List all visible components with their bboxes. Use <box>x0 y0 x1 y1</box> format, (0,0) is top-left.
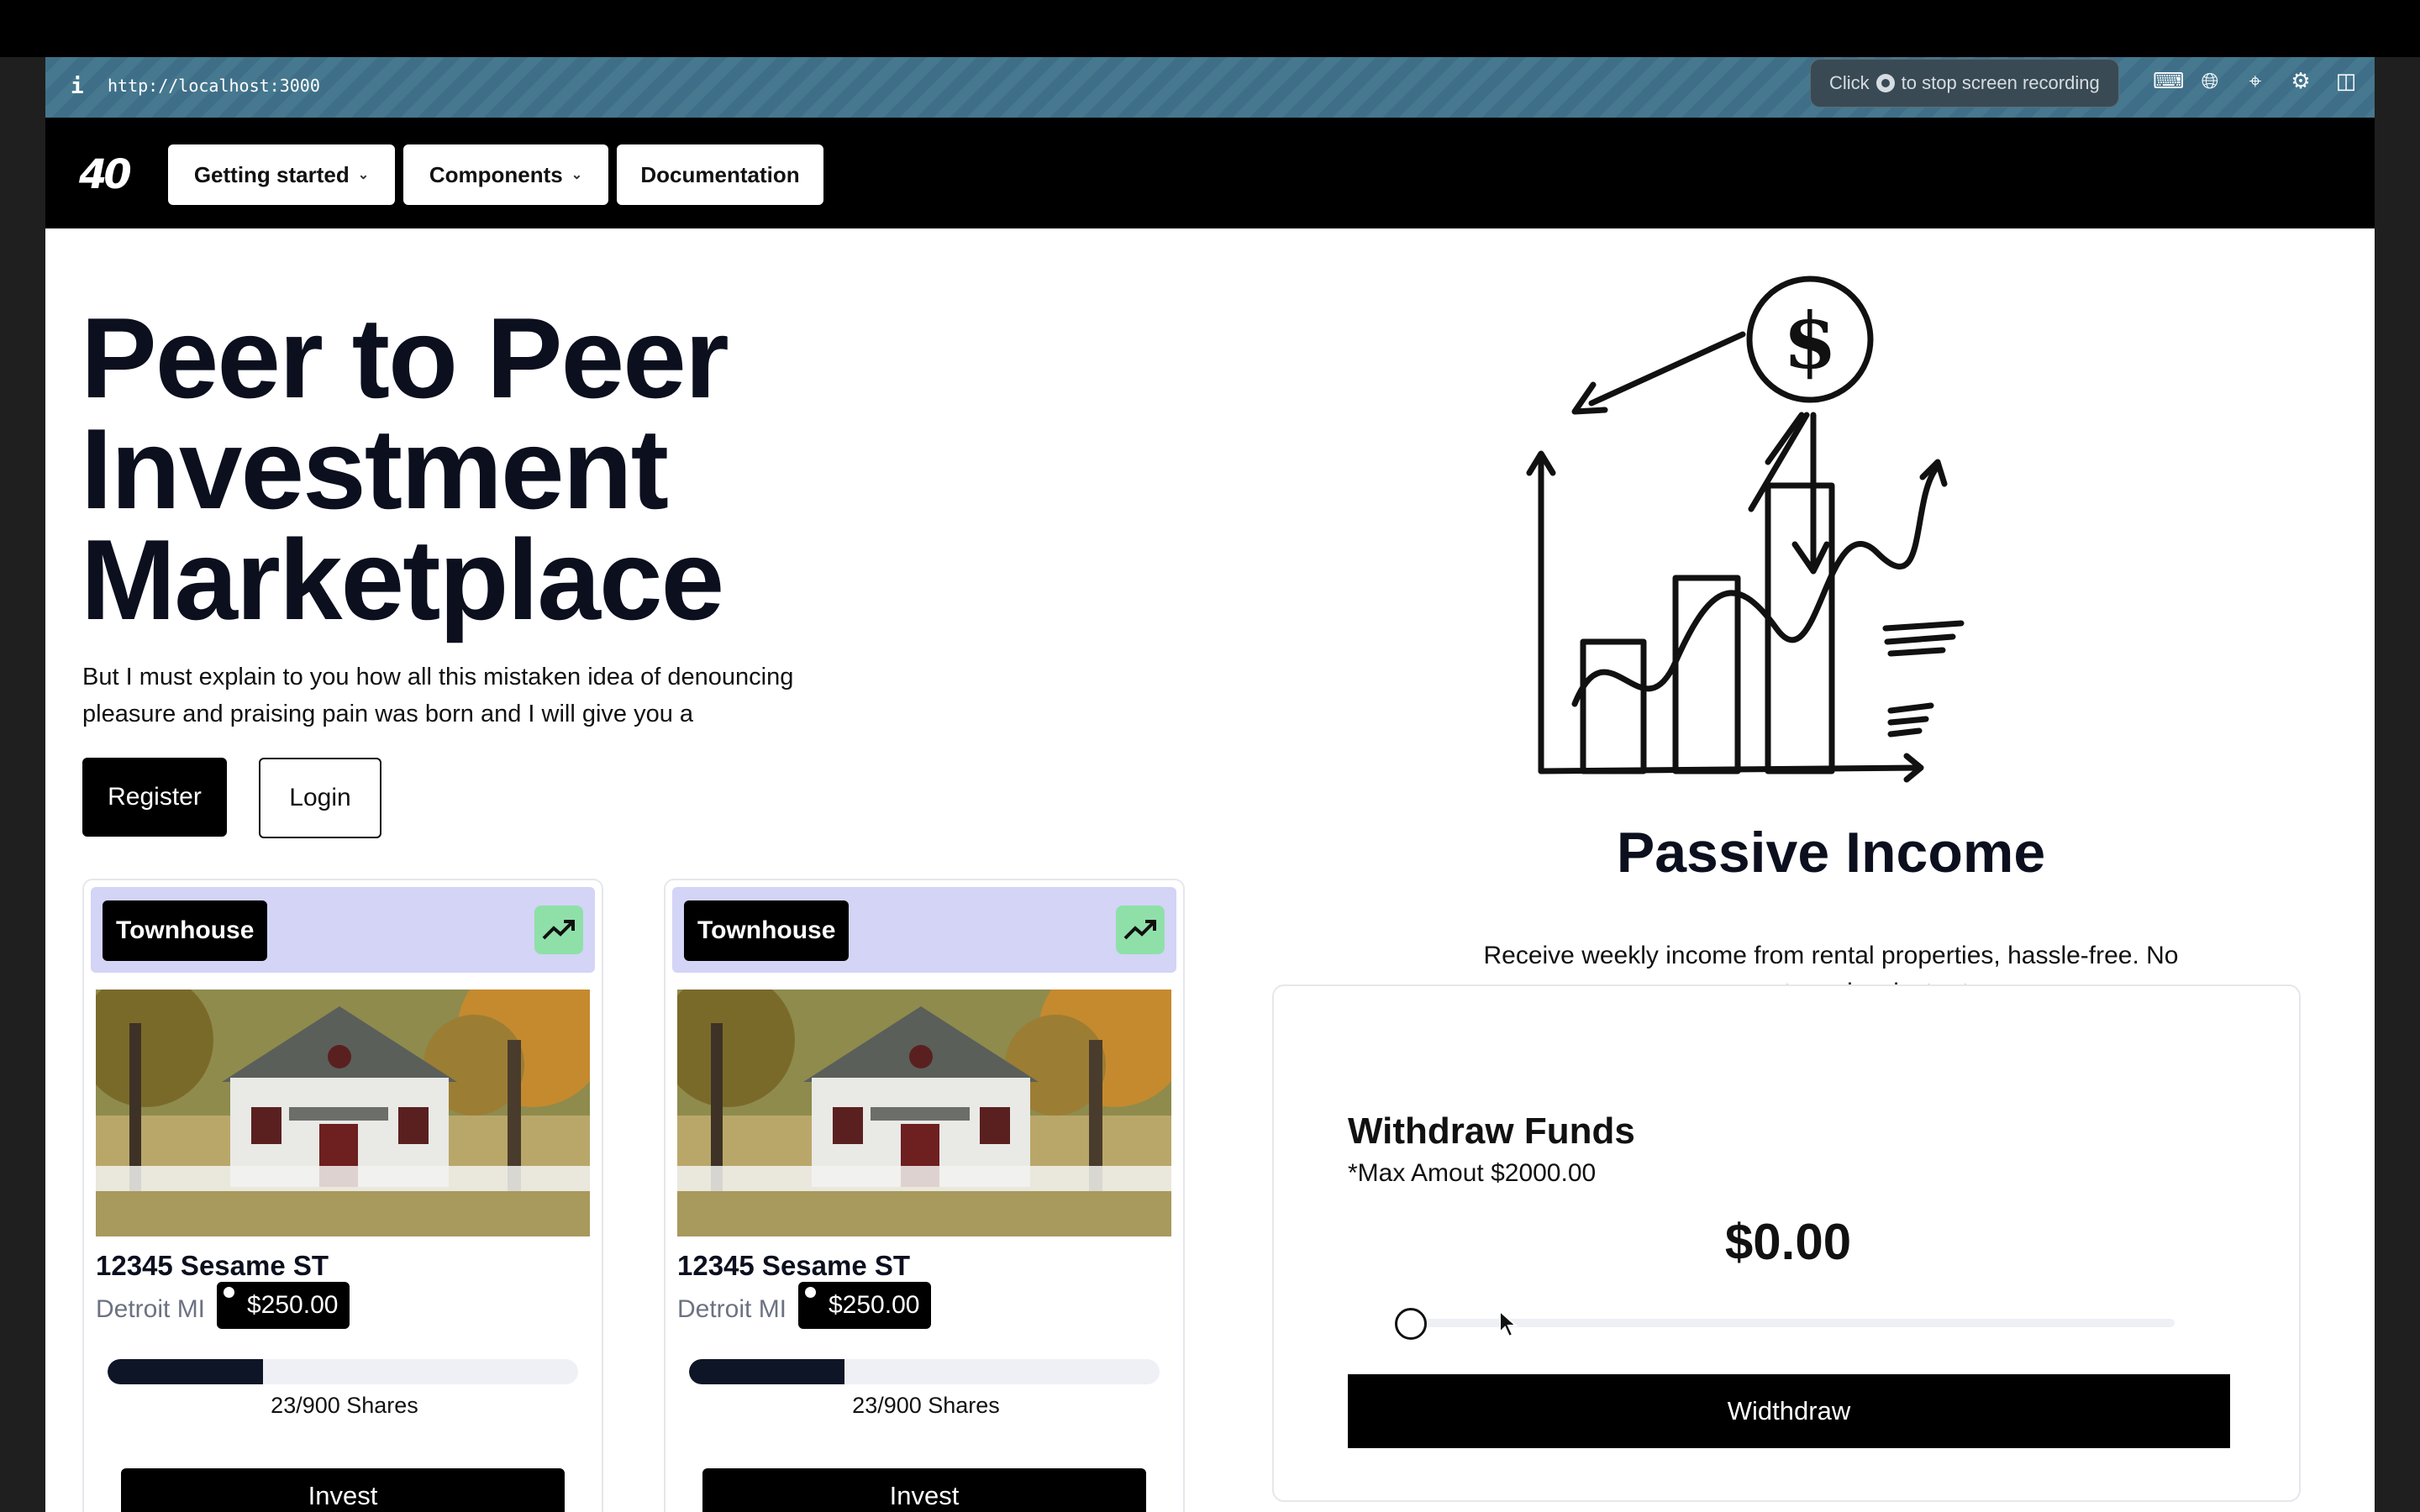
hero-subtitle: But I must explain to you how all this m… <box>82 659 923 732</box>
withdraw-slider-track[interactable] <box>1402 1319 2175 1327</box>
top-nav: 40 Getting started ⌄ Components ⌄ Docume… <box>45 118 2375 228</box>
property-price: $250.00 <box>247 1291 339 1319</box>
property-card-header: Townhouse <box>672 887 1176 973</box>
property-address: 12345 Sesame ST <box>96 1250 329 1281</box>
withdraw-funds-card: Withdraw Funds *Max Amout $2000.00 $0.00… <box>1272 984 2301 1502</box>
property-card-header: Townhouse <box>91 887 595 973</box>
property-city: Detroit MI <box>96 1295 206 1323</box>
price-dot-icon <box>224 1287 234 1298</box>
register-button[interactable]: Register <box>82 758 227 837</box>
tooltip-suffix: to stop screen recording <box>1901 72 2100 93</box>
mouse-cursor-icon <box>1499 1309 1518 1341</box>
extension-icon[interactable]: ⚙ <box>2289 69 2312 95</box>
shares-progress-fill <box>108 1359 263 1384</box>
nav-components[interactable]: Components ⌄ <box>403 144 608 205</box>
passive-income-subtitle-line: Receive weekly income from rental proper… <box>1483 942 2179 969</box>
hero-title: Peer to Peer Investment Marketplace <box>81 294 1005 643</box>
crosshair-icon[interactable]: ⌖ <box>2244 69 2267 95</box>
property-card: Townhouse 12345 Sesame ST Detroit MI $25… <box>82 879 603 1512</box>
nav-getting-started[interactable]: Getting started ⌄ <box>168 144 395 205</box>
property-price-badge: $250.00 <box>798 1282 932 1329</box>
hero-subtitle-line: But I must explain to you how all this m… <box>82 664 794 690</box>
login-button[interactable]: Login <box>259 758 381 838</box>
property-type-tag: Townhouse <box>103 900 268 961</box>
tooltip-prefix: Click <box>1829 72 1870 93</box>
trending-up-icon <box>1116 906 1165 954</box>
passive-income-illustration: $ <box>1524 267 2079 847</box>
withdraw-slider-thumb[interactable] <box>1395 1308 1427 1340</box>
nav-label: Components <box>429 161 563 187</box>
chevron-down-icon: ⌄ <box>357 168 370 182</box>
property-type-tag: Townhouse <box>684 900 850 961</box>
url-text[interactable]: http://localhost:3000 <box>108 76 320 96</box>
chevron-down-icon: ⌄ <box>571 168 583 182</box>
screen: i http://localhost:3000 Click to stop sc… <box>0 0 2420 1512</box>
globe-icon[interactable]: 🌐︎ <box>2198 69 2222 95</box>
shares-progress-fill <box>689 1359 844 1384</box>
browser-toolbar: ⌨ 🌐︎ ⌖ ⚙ ◫ <box>2153 69 2358 95</box>
invest-button[interactable]: Invest <box>121 1468 565 1512</box>
property-address: 12345 Sesame ST <box>677 1250 911 1281</box>
stop-recording-icon[interactable] <box>1876 74 1895 92</box>
terminal-icon[interactable]: ⌨ <box>2153 69 2185 95</box>
browser-window: i http://localhost:3000 Click to stop sc… <box>45 57 2375 1512</box>
nav-documentation[interactable]: Documentation <box>617 144 823 205</box>
recording-tooltip: Click to stop screen recording <box>1810 59 2119 108</box>
invest-button[interactable]: Invest <box>702 1468 1146 1512</box>
site-logo[interactable]: 40 <box>79 151 132 198</box>
hero-subtitle-line: pleasure and praising pain was born and … <box>82 701 694 727</box>
property-price: $250.00 <box>829 1291 920 1319</box>
nav-label: Documentation <box>640 161 800 187</box>
property-card: Townhouse 12345 Sesame ST Detroit MI $25… <box>664 879 1185 1512</box>
shares-progress-bar <box>108 1359 578 1384</box>
withdraw-amount: $0.00 <box>1724 1214 1852 1270</box>
hero-title-line: Peer to Peer <box>81 294 729 422</box>
price-dot-icon <box>805 1287 816 1298</box>
shares-progress-bar <box>689 1359 1160 1384</box>
address-bar: i http://localhost:3000 Click to stop sc… <box>45 57 2375 118</box>
nav-label: Getting started <box>193 161 350 187</box>
withdraw-button[interactable]: Widthdraw <box>1348 1374 2230 1448</box>
trending-up-icon <box>534 906 583 954</box>
info-icon[interactable]: i <box>71 74 84 99</box>
withdraw-max-amount: *Max Amout $2000.00 <box>1348 1159 1597 1187</box>
os-top-bar <box>0 0 2420 57</box>
passive-income-title: Passive Income <box>1616 821 2046 885</box>
shares-text: 23/900 Shares <box>852 1393 1000 1418</box>
hero-title-line: Investment <box>81 405 669 533</box>
sidebar-icon[interactable]: ◫ <box>2334 69 2358 95</box>
property-price-badge: $250.00 <box>217 1282 350 1329</box>
shares-text: 23/900 Shares <box>271 1393 418 1418</box>
svg-text:$: $ <box>1783 296 1837 386</box>
property-image <box>677 990 1171 1236</box>
property-city: Detroit MI <box>677 1295 787 1323</box>
hero-title-line: Marketplace <box>81 516 724 643</box>
withdraw-title: Withdraw Funds <box>1348 1110 1635 1152</box>
property-image <box>96 990 590 1236</box>
